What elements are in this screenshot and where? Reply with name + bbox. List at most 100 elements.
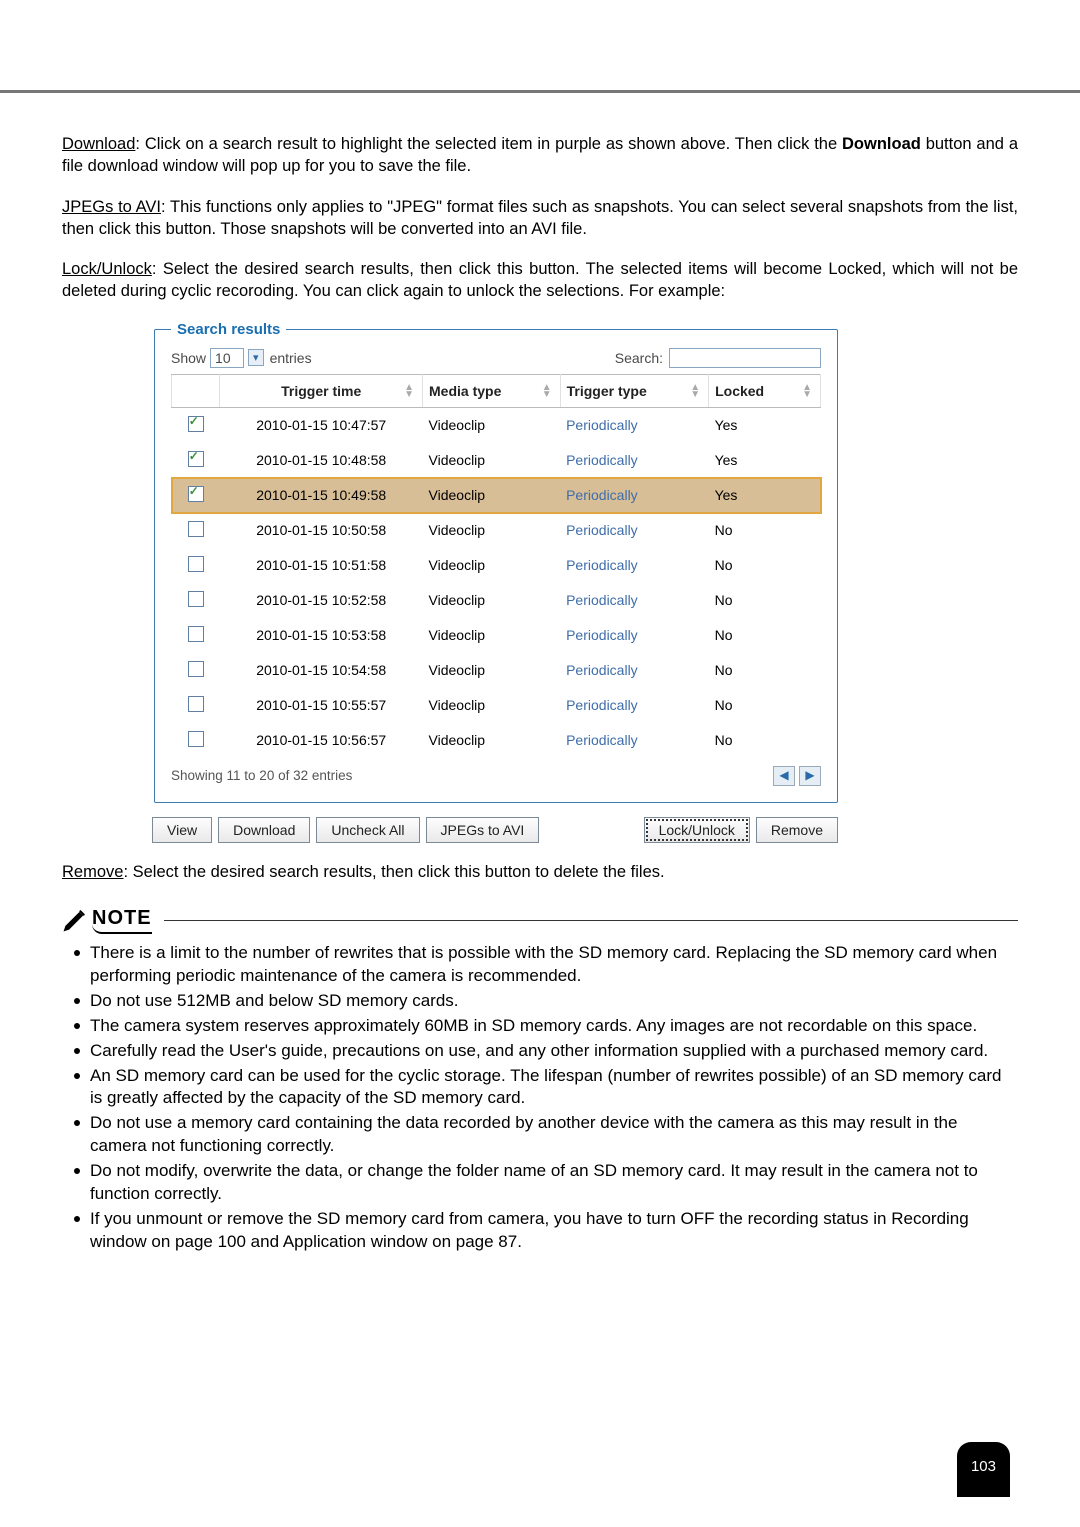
cell-trigger-type: Periodically xyxy=(560,653,709,688)
entries-status: Showing 11 to 20 of 32 entries xyxy=(171,768,352,783)
cell-media-type: Videoclip xyxy=(423,583,561,618)
jpegs-to-avi-button[interactable]: JPEGs to AVI xyxy=(426,817,540,843)
note-item: Do not use 512MB and below SD memory car… xyxy=(70,990,1018,1013)
cell-media-type: Videoclip xyxy=(423,407,561,443)
notes-list: There is a limit to the number of rewrit… xyxy=(70,942,1018,1254)
table-row[interactable]: 2010-01-15 10:56:57VideoclipPeriodically… xyxy=(172,723,821,758)
cell-trigger-time: 2010-01-15 10:55:57 xyxy=(220,688,423,723)
paragraph-lock-unlock: Lock/Unlock: Select the desired search r… xyxy=(62,258,1018,303)
cell-media-type: Videoclip xyxy=(423,653,561,688)
cell-locked: No xyxy=(709,688,821,723)
column-media-type[interactable]: Media type▲▼ xyxy=(423,374,561,407)
table-row[interactable]: 2010-01-15 10:47:57VideoclipPeriodically… xyxy=(172,407,821,443)
row-checkbox[interactable] xyxy=(188,451,204,467)
table-row[interactable]: 2010-01-15 10:53:58VideoclipPeriodically… xyxy=(172,618,821,653)
cell-locked: Yes xyxy=(709,407,821,443)
cell-trigger-time: 2010-01-15 10:53:58 xyxy=(220,618,423,653)
term-lock-unlock: Lock/Unlock xyxy=(62,260,152,278)
cell-locked: No xyxy=(709,723,821,758)
cell-media-type: Videoclip xyxy=(423,618,561,653)
term-download: Download xyxy=(62,135,135,153)
next-page-button[interactable]: ▶ xyxy=(799,766,821,786)
cell-trigger-type: Periodically xyxy=(560,548,709,583)
table-row[interactable]: 2010-01-15 10:54:58VideoclipPeriodically… xyxy=(172,653,821,688)
paragraph-download: Download: Click on a search result to hi… xyxy=(62,133,1018,178)
cell-trigger-time: 2010-01-15 10:56:57 xyxy=(220,723,423,758)
remove-button[interactable]: Remove xyxy=(756,817,838,843)
entries-label: entries xyxy=(270,350,312,366)
table-row[interactable]: 2010-01-15 10:52:58VideoclipPeriodically… xyxy=(172,583,821,618)
cell-locked: No xyxy=(709,618,821,653)
cell-locked: No xyxy=(709,653,821,688)
pen-icon xyxy=(62,907,88,933)
sort-icon: ▲▼ xyxy=(802,384,812,398)
cell-trigger-type: Periodically xyxy=(560,443,709,478)
row-checkbox[interactable] xyxy=(188,521,204,537)
note-rule xyxy=(164,920,1018,921)
search-input[interactable] xyxy=(669,348,821,368)
row-checkbox[interactable] xyxy=(188,696,204,712)
cell-media-type: Videoclip xyxy=(423,548,561,583)
note-item: An SD memory card can be used for the cy… xyxy=(70,1065,1018,1111)
column-locked[interactable]: Locked▲▼ xyxy=(709,374,821,407)
cell-locked: No xyxy=(709,513,821,548)
entries-count-select[interactable]: 10 xyxy=(210,348,244,368)
table-row[interactable]: 2010-01-15 10:55:57VideoclipPeriodically… xyxy=(172,688,821,723)
row-checkbox[interactable] xyxy=(188,591,204,607)
note-item: Do not modify, overwrite the data, or ch… xyxy=(70,1160,1018,1206)
note-item: There is a limit to the number of rewrit… xyxy=(70,942,1018,988)
note-item: The camera system reserves approximately… xyxy=(70,1015,1018,1038)
uncheck-all-button[interactable]: Uncheck All xyxy=(316,817,419,843)
row-checkbox[interactable] xyxy=(188,626,204,642)
table-row[interactable]: 2010-01-15 10:50:58VideoclipPeriodically… xyxy=(172,513,821,548)
cell-trigger-time: 2010-01-15 10:48:58 xyxy=(220,443,423,478)
sort-icon: ▲▼ xyxy=(404,384,414,398)
cell-media-type: Videoclip xyxy=(423,478,561,513)
cell-locked: Yes xyxy=(709,443,821,478)
cell-locked: Yes xyxy=(709,478,821,513)
cell-trigger-time: 2010-01-15 10:54:58 xyxy=(220,653,423,688)
page-number: 103 xyxy=(957,1442,1010,1497)
chevron-down-icon[interactable]: ▾ xyxy=(248,349,264,366)
cell-media-type: Videoclip xyxy=(423,443,561,478)
download-button[interactable]: Download xyxy=(218,817,310,843)
cell-media-type: Videoclip xyxy=(423,513,561,548)
table-row[interactable]: 2010-01-15 10:49:58VideoclipPeriodically… xyxy=(172,478,821,513)
table-row[interactable]: 2010-01-15 10:51:58VideoclipPeriodically… xyxy=(172,548,821,583)
row-checkbox[interactable] xyxy=(188,416,204,432)
cell-trigger-type: Periodically xyxy=(560,478,709,513)
cell-trigger-type: Periodically xyxy=(560,407,709,443)
cell-trigger-time: 2010-01-15 10:47:57 xyxy=(220,407,423,443)
lock-unlock-button[interactable]: Lock/Unlock xyxy=(644,817,750,843)
cell-trigger-type: Periodically xyxy=(560,583,709,618)
top-header-band xyxy=(0,0,1080,93)
note-heading-row: NOTE xyxy=(62,907,1018,934)
cell-trigger-type: Periodically xyxy=(560,618,709,653)
cell-locked: No xyxy=(709,583,821,618)
note-item: If you unmount or remove the SD memory c… xyxy=(70,1208,1018,1254)
cell-trigger-time: 2010-01-15 10:50:58 xyxy=(220,513,423,548)
results-table: Trigger time▲▼ Media type▲▼ Trigger type… xyxy=(171,374,821,758)
cell-trigger-type: Periodically xyxy=(560,723,709,758)
note-item: Do not use a memory card containing the … xyxy=(70,1112,1018,1158)
cell-trigger-time: 2010-01-15 10:52:58 xyxy=(220,583,423,618)
cell-media-type: Videoclip xyxy=(423,688,561,723)
paragraph-remove: Remove: Select the desired search result… xyxy=(62,861,1018,883)
search-results-legend: Search results xyxy=(171,321,286,338)
column-trigger-type[interactable]: Trigger type▲▼ xyxy=(560,374,709,407)
prev-page-button[interactable]: ◀ xyxy=(773,766,795,786)
view-button[interactable]: View xyxy=(152,817,212,843)
column-trigger-time[interactable]: Trigger time▲▼ xyxy=(220,374,423,407)
cell-media-type: Videoclip xyxy=(423,723,561,758)
row-checkbox[interactable] xyxy=(188,556,204,572)
action-button-row: View Download Uncheck All JPEGs to AVI L… xyxy=(152,817,838,843)
row-checkbox[interactable] xyxy=(188,486,204,502)
row-checkbox[interactable] xyxy=(188,731,204,747)
search-results-figure: Search results Show 10 ▾ entries Search: xyxy=(152,321,1018,843)
table-row[interactable]: 2010-01-15 10:48:58VideoclipPeriodically… xyxy=(172,443,821,478)
row-checkbox[interactable] xyxy=(188,661,204,677)
paragraph-jpegs-to-avi: JPEGs to AVI: This functions only applie… xyxy=(62,196,1018,241)
cell-trigger-time: 2010-01-15 10:49:58 xyxy=(220,478,423,513)
cell-trigger-type: Periodically xyxy=(560,688,709,723)
column-checkbox xyxy=(172,374,220,407)
